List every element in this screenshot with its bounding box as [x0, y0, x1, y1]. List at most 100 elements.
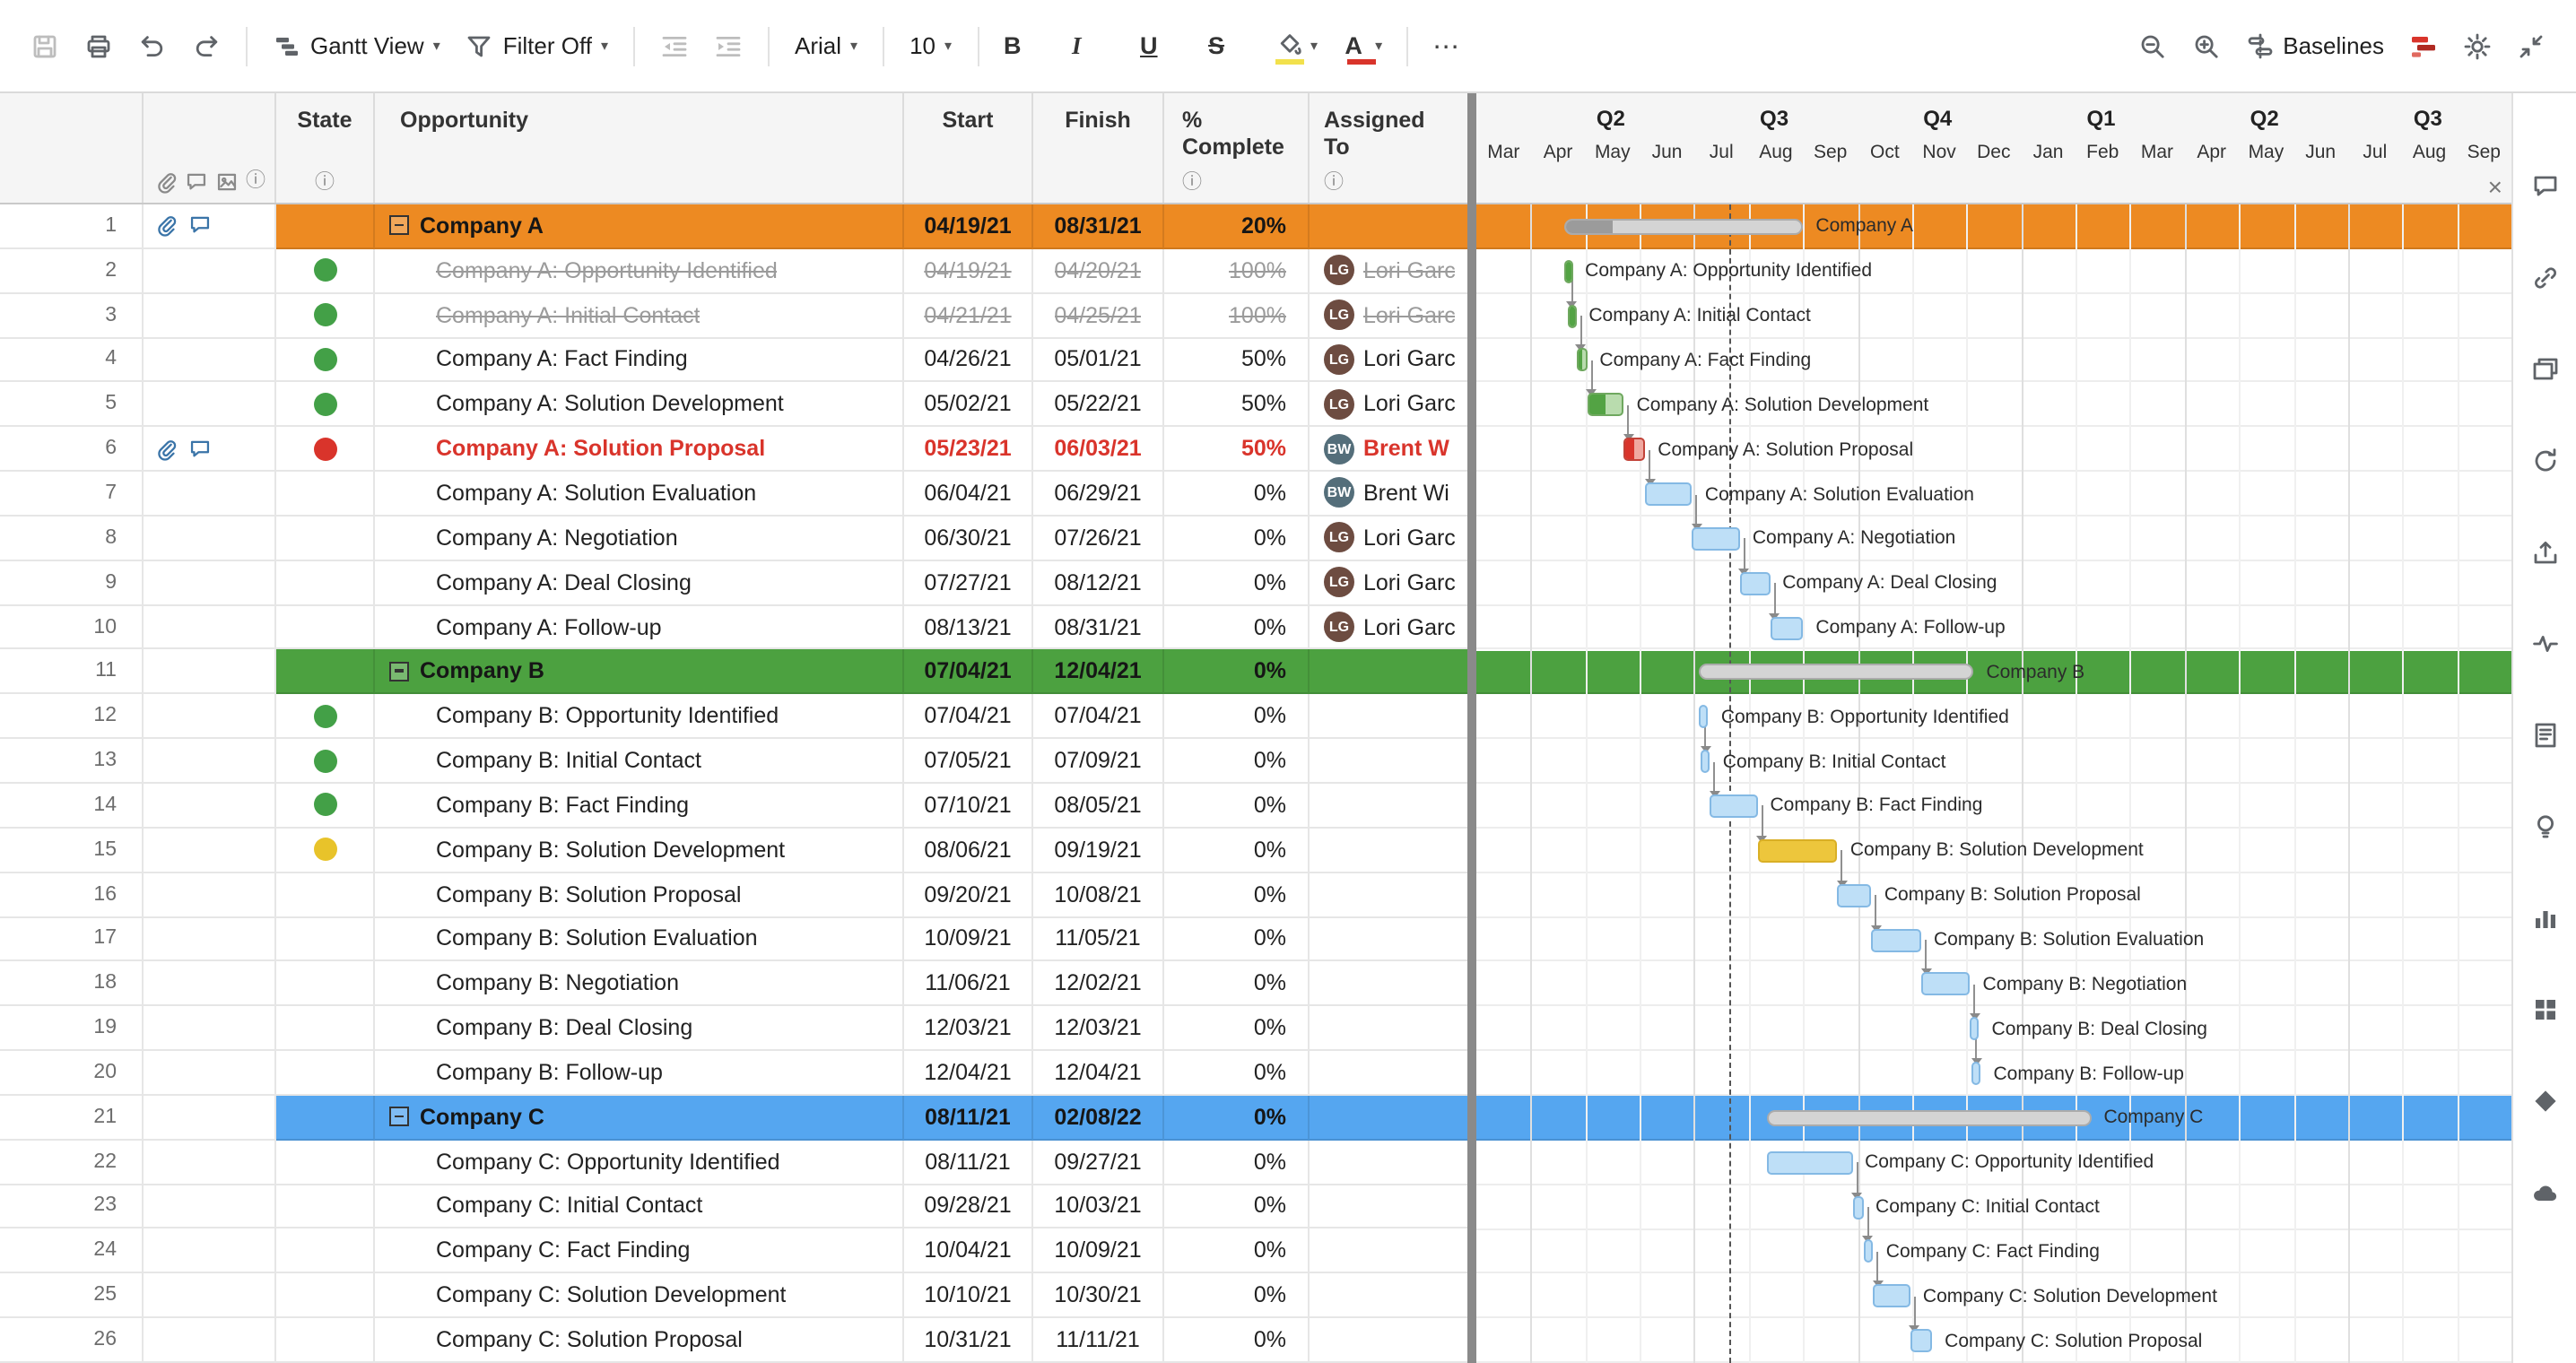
- finish-date-cell[interactable]: 10/08/21: [1033, 872, 1164, 917]
- status-cell[interactable]: [276, 1185, 375, 1229]
- gantt-row[interactable]: [1476, 383, 2511, 428]
- percent-complete-cell[interactable]: 100%: [1164, 249, 1310, 294]
- task-name-cell[interactable]: Company B: Follow-up: [375, 1051, 904, 1096]
- outdent-button[interactable]: [648, 15, 701, 76]
- font-color-button[interactable]: A ▾: [1328, 15, 1393, 76]
- task-name-cell[interactable]: Company A: Solution Evaluation: [375, 472, 904, 517]
- start-date-cell[interactable]: 09/20/21: [904, 872, 1033, 917]
- close-icon[interactable]: ×: [2488, 174, 2502, 199]
- italic-button[interactable]: I: [1059, 15, 1127, 76]
- task-name-cell[interactable]: Company B: Solution Evaluation: [375, 917, 904, 962]
- start-date-cell[interactable]: 10/31/21: [904, 1318, 1033, 1363]
- assigned-to-cell[interactable]: [1310, 1229, 1467, 1274]
- finish-date-cell[interactable]: 08/12/21: [1033, 561, 1164, 606]
- task-row[interactable]: 23Company C: Initial Contact09/28/2110/0…: [0, 1185, 1467, 1229]
- start-date-cell[interactable]: 07/10/21: [904, 784, 1033, 829]
- row-number[interactable]: 19: [0, 1006, 144, 1051]
- row-number[interactable]: 18: [0, 962, 144, 1007]
- gantt-bar[interactable]: [1693, 527, 1740, 551]
- start-date-cell[interactable]: 12/04/21: [904, 1051, 1033, 1096]
- finish-date-cell[interactable]: 11/05/21: [1033, 917, 1164, 962]
- row-number[interactable]: 13: [0, 739, 144, 784]
- gantt-bar[interactable]: [1624, 438, 1646, 461]
- finish-date-cell[interactable]: 08/31/21: [1033, 605, 1164, 650]
- assigned-to-cell[interactable]: [1310, 695, 1467, 740]
- assigned-to-cell[interactable]: [1310, 784, 1467, 829]
- insights-button[interactable]: [2527, 809, 2563, 845]
- status-cell[interactable]: [276, 829, 375, 873]
- gantt-summary-bar[interactable]: [1700, 664, 1974, 681]
- finish-date-cell[interactable]: 07/26/21: [1033, 517, 1164, 561]
- gantt-bar[interactable]: [1766, 1151, 1852, 1175]
- start-date-cell[interactable]: 10/10/21: [904, 1274, 1033, 1319]
- publish-button[interactable]: [2527, 534, 2563, 570]
- assigned-to-cell[interactable]: [1310, 917, 1467, 962]
- percent-complete-cell[interactable]: 0%: [1164, 829, 1310, 873]
- task-row[interactable]: 3Company A: Initial Contact04/21/2104/25…: [0, 293, 1467, 338]
- row-number[interactable]: 26: [0, 1318, 144, 1363]
- gantt-summary-bar[interactable]: [1563, 219, 1803, 235]
- task-name-cell[interactable]: Company C: Fact Finding: [375, 1229, 904, 1274]
- task-row[interactable]: 16Company B: Solution Proposal09/20/2110…: [0, 872, 1467, 917]
- finish-date-cell[interactable]: 04/20/21: [1033, 249, 1164, 294]
- percent-complete-cell[interactable]: 50%: [1164, 383, 1310, 428]
- task-name-cell[interactable]: Company A: Deal Closing: [375, 561, 904, 606]
- gantt-bar[interactable]: [1770, 616, 1803, 639]
- finish-date-cell[interactable]: 04/25/21: [1033, 293, 1164, 338]
- percent-complete-cell[interactable]: 0%: [1164, 1229, 1310, 1274]
- group-row[interactable]: 21Company C08/11/2102/08/220%: [0, 1096, 1467, 1141]
- assigned-to-cell[interactable]: LGLori Garc: [1310, 605, 1467, 650]
- task-name-cell[interactable]: Company A: Solution Development: [375, 383, 904, 428]
- status-cell[interactable]: [276, 1140, 375, 1185]
- task-name-cell[interactable]: Company B: Deal Closing: [375, 1006, 904, 1051]
- task-name-cell[interactable]: Company B: Solution Development: [375, 829, 904, 873]
- gantt-bar[interactable]: [1852, 1195, 1863, 1219]
- app-button[interactable]: [2397, 15, 2450, 76]
- status-cell[interactable]: [276, 293, 375, 338]
- task-name-cell[interactable]: Company B: [375, 650, 904, 695]
- row-number[interactable]: 21: [0, 1096, 144, 1141]
- row-number[interactable]: 15: [0, 829, 144, 873]
- start-date-cell[interactable]: 06/04/21: [904, 472, 1033, 517]
- start-date-cell[interactable]: 05/02/21: [904, 383, 1033, 428]
- task-name-cell[interactable]: Company A: Solution Proposal: [375, 427, 904, 472]
- cloud-button[interactable]: [2527, 1175, 2563, 1211]
- finish-date-cell[interactable]: 06/29/21: [1033, 472, 1164, 517]
- task-name-cell[interactable]: Company B: Opportunity Identified: [375, 695, 904, 740]
- start-date-cell[interactable]: 07/05/21: [904, 739, 1033, 784]
- task-row[interactable]: 12Company B: Opportunity Identified07/04…: [0, 695, 1467, 740]
- percent-complete-cell[interactable]: 0%: [1164, 784, 1310, 829]
- start-date-cell[interactable]: 04/26/21: [904, 338, 1033, 383]
- task-row[interactable]: 17Company B: Solution Evaluation10/09/21…: [0, 917, 1467, 962]
- column-header-assigned-to[interactable]: Assigned To ⓘ: [1310, 93, 1467, 203]
- status-cell[interactable]: [276, 650, 375, 695]
- undo-button[interactable]: [126, 15, 179, 76]
- assigned-to-cell[interactable]: [1310, 1006, 1467, 1051]
- gantt-bar[interactable]: [1576, 349, 1587, 372]
- row-number[interactable]: 16: [0, 872, 144, 917]
- percent-complete-cell[interactable]: 20%: [1164, 204, 1310, 249]
- row-number[interactable]: 11: [0, 650, 144, 695]
- finish-date-cell[interactable]: 05/22/21: [1033, 383, 1164, 428]
- start-date-cell[interactable]: 04/19/21: [904, 204, 1033, 249]
- view-selector[interactable]: Gantt View ▾: [260, 15, 453, 76]
- assigned-to-cell[interactable]: [1310, 829, 1467, 873]
- start-date-cell[interactable]: 08/06/21: [904, 829, 1033, 873]
- task-name-cell[interactable]: Company C: [375, 1096, 904, 1141]
- strikethrough-button[interactable]: S: [1196, 15, 1264, 76]
- percent-complete-cell[interactable]: 0%: [1164, 1051, 1310, 1096]
- start-date-cell[interactable]: 04/21/21: [904, 293, 1033, 338]
- task-name-cell[interactable]: Company C: Solution Development: [375, 1274, 904, 1319]
- row-number[interactable]: 1: [0, 204, 144, 249]
- percent-complete-cell[interactable]: 0%: [1164, 605, 1310, 650]
- indent-button[interactable]: [701, 15, 755, 76]
- task-row[interactable]: 4Company A: Fact Finding04/26/2105/01/21…: [0, 338, 1467, 383]
- save-button[interactable]: [18, 15, 72, 76]
- start-date-cell[interactable]: 08/11/21: [904, 1096, 1033, 1141]
- gantt-bar[interactable]: [1567, 304, 1576, 327]
- finish-date-cell[interactable]: 12/03/21: [1033, 1006, 1164, 1051]
- assigned-to-cell[interactable]: LGLori Garc: [1310, 293, 1467, 338]
- gantt-bar[interactable]: [1701, 750, 1710, 773]
- gantt-bar[interactable]: [1645, 482, 1693, 506]
- zoom-out-button[interactable]: [2125, 15, 2179, 76]
